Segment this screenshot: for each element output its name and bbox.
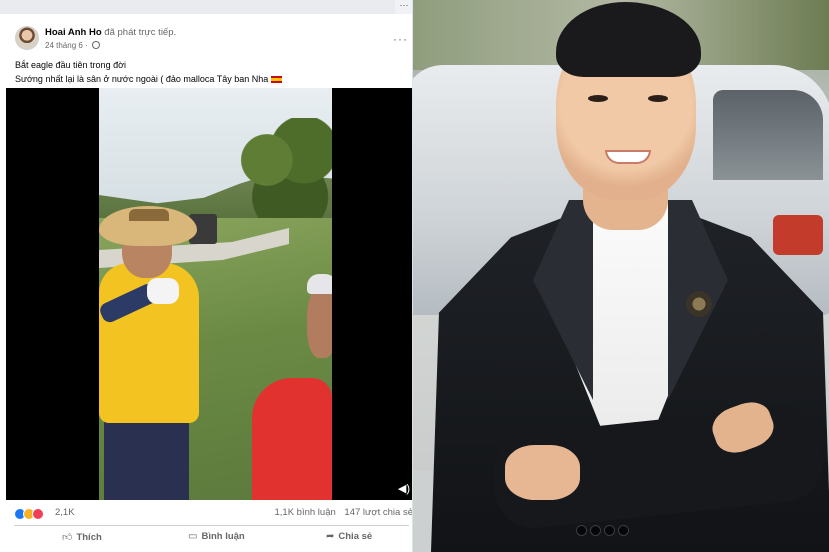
sleeve-buttons (576, 523, 640, 536)
author-name[interactable]: Hoai Anh Ho (45, 27, 102, 38)
post-text-line2-wrapper: Sướng nhất lại là sân ở nước ngoài ( đảo… (15, 72, 282, 86)
share-count[interactable]: 147 lượt chia sẻ (344, 507, 412, 518)
comment-icon: ▭ (188, 531, 198, 542)
post-text-line1: Bắt eagle đầu tiên trong đời (15, 60, 126, 70)
post-header: Hoai Anh Ho đã phát trực tiếp. 24 tháng … (0, 14, 412, 56)
comment-count[interactable]: 1,1K bình luận (275, 507, 336, 518)
share-icon: ➦ (326, 531, 335, 542)
like-label: Thích (76, 532, 102, 543)
post-meta: 24 tháng 6 · (45, 41, 100, 50)
globe-icon (91, 41, 100, 49)
volume-icon[interactable]: ◀) (398, 482, 410, 495)
post-text: Bắt eagle đầu tiên trong đời Sướng nhất … (15, 58, 282, 86)
post-date[interactable]: 24 tháng 6 (45, 41, 83, 50)
portrait-photo (413, 0, 829, 552)
facebook-post: ··· Hoai Anh Ho đã phát trực tiếp. 24 th… (0, 0, 413, 552)
post-text-line2: Sướng nhất lại là sân ở nước ngoài ( đảo… (15, 74, 269, 84)
golfer-woman (252, 378, 332, 500)
video-frame (99, 88, 332, 500)
post-actions: 👍︎ Thích ▭ Bình luận ➦ Chia sẻ (0, 526, 412, 552)
smile (605, 150, 651, 164)
spain-flag-icon (270, 76, 282, 83)
share-label: Chia sẻ (338, 531, 373, 542)
author-line: Hoai Anh Ho đã phát trực tiếp. (45, 27, 176, 38)
reactions-row: 2,1K 1,1K bình luận 147 lượt chia sẻ (0, 502, 413, 524)
comment-button[interactable]: ▭ Bình luận (188, 531, 245, 547)
comment-label: Bình luận (201, 531, 245, 542)
love-reaction-icon (32, 508, 44, 520)
scroll-button[interactable]: ··· (395, 0, 412, 14)
browser-strip: ··· (0, 0, 412, 14)
reaction-count[interactable]: 2,1K (55, 507, 75, 518)
author-action: đã phát trực tiếp. (104, 27, 177, 38)
video-player[interactable]: ◀) (6, 88, 412, 500)
more-options-icon[interactable]: ··· (393, 32, 408, 46)
avatar[interactable] (15, 26, 39, 50)
like-button[interactable]: 👍︎ Thích (62, 531, 102, 547)
lapel-brooch (683, 290, 715, 318)
post-stats: 1,1K bình luận 147 lượt chia sẻ (269, 507, 413, 518)
share-button[interactable]: ➦ Chia sẻ (326, 531, 372, 547)
thumbs-up-icon: 👍︎ (62, 532, 73, 543)
